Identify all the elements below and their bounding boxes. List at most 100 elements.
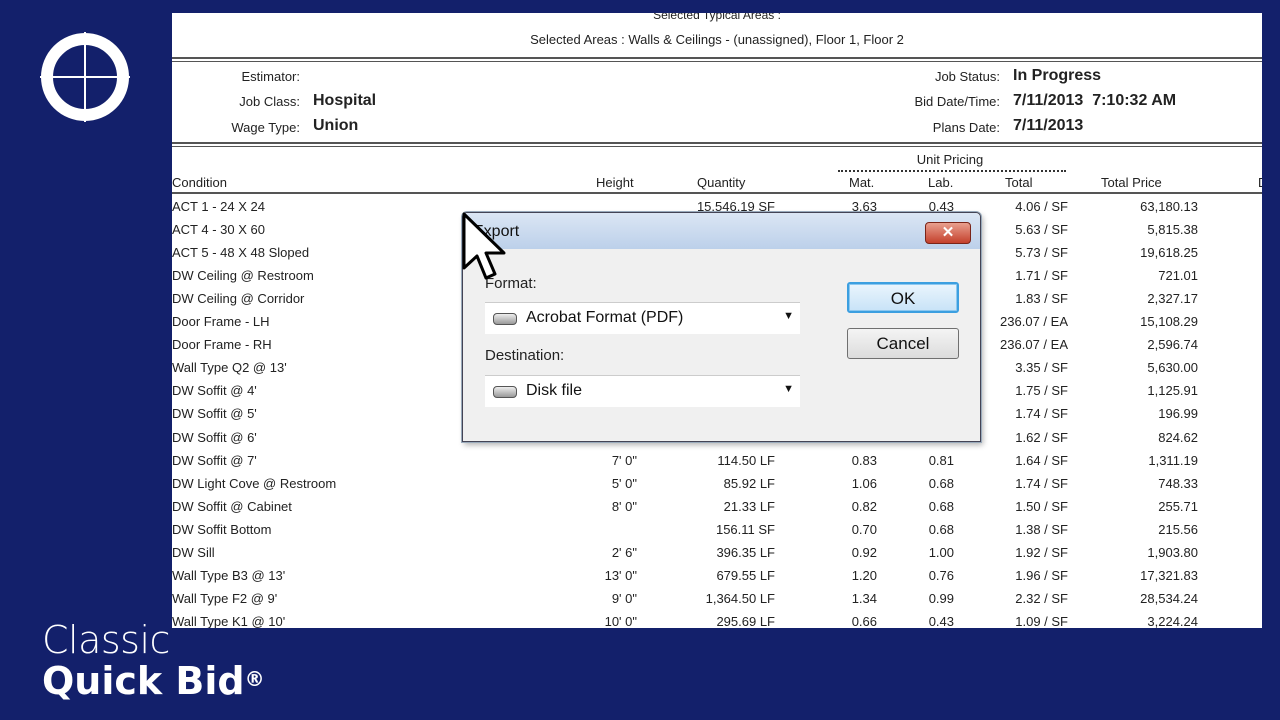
- cell-lab: 0.68: [928, 475, 954, 491]
- cancel-button[interactable]: Cancel: [847, 328, 959, 359]
- bid-date-label: Bid Date/Time:: [914, 94, 1001, 109]
- cell-condition: ACT 5 - 48 X 48 Sloped: [172, 245, 310, 261]
- cell-lab: 0.99: [928, 590, 954, 606]
- cell-total: 2.32 / SF: [1015, 590, 1068, 606]
- chevron-down-icon: ▼: [783, 383, 794, 395]
- cell-total-price: 721.01: [1158, 268, 1198, 284]
- cell-height: 9' 0": [611, 590, 637, 606]
- cell-total: 236.07 / EA: [1000, 314, 1068, 330]
- table-row: DW Soffit @ 7' 7' 0" 114.50 LF 0.83 0.81 1.64…: [172, 453, 1262, 475]
- table-row: Wall Type F2 @ 9' 9' 0" 1,364.50 LF 1.34 0.9…: [172, 591, 1262, 613]
- typical-areas: Selected Typical Areas :: [653, 13, 781, 22]
- estimator-label: Estimator:: [241, 69, 300, 84]
- cell-total-price: 748.33: [1158, 475, 1198, 491]
- divider: [172, 142, 1262, 147]
- cell-condition: DW Ceiling @ Corridor: [172, 291, 305, 307]
- cell-lab: 0.68: [928, 521, 954, 537]
- cell-quantity: 21.33 LF: [723, 498, 775, 514]
- cell-mat: 0.82: [851, 498, 877, 514]
- col-total: Total: [1005, 175, 1033, 190]
- cell-total-price: 63,180.13: [1140, 199, 1198, 214]
- cell-total: 1.74 / SF: [1015, 406, 1068, 422]
- ok-button[interactable]: OK: [847, 282, 959, 313]
- cell-total: 1.50 / SF: [1015, 498, 1068, 514]
- brand-name: Quick Bid: [42, 659, 245, 703]
- cell-mat: 1.34: [851, 590, 877, 606]
- cell-condition: DW Soffit @ Cabinet: [172, 498, 292, 514]
- cell-condition: Door Frame - LH: [172, 314, 270, 330]
- drive-icon: [493, 386, 517, 398]
- job-class-label: Job Class:: [239, 94, 300, 109]
- table-row: Wall Type K1 @ 10' 10' 0" 295.69 LF 0.66 0.4…: [172, 614, 1262, 628]
- cell-quantity: 114.50 LF: [717, 452, 775, 468]
- col-quantity: Quantity: [697, 175, 746, 190]
- selected-areas: Selected Areas : Walls & Ceilings - (una…: [530, 32, 904, 47]
- destination-select[interactable]: Disk file ▼: [485, 375, 800, 407]
- col-mat: Mat.: [849, 175, 875, 190]
- cell-total-price: 17,321.83: [1140, 567, 1198, 583]
- col-extra: D: [1258, 175, 1262, 190]
- cell-lab: 1.00: [928, 544, 954, 560]
- cell-condition: DW Soffit @ 5': [172, 406, 257, 422]
- cell-mat: 0.66: [851, 613, 877, 628]
- cell-condition: Wall Type F2 @ 9': [172, 590, 278, 606]
- cell-total: 1.64 / SF: [1015, 452, 1068, 468]
- cell-height: 10' 0": [604, 613, 637, 628]
- cell-total-price: 2,596.74: [1147, 337, 1198, 353]
- cell-total: 1.09 / SF: [1015, 613, 1068, 628]
- cell-total-price: 2,327.17: [1147, 291, 1198, 307]
- cell-lab: 0.76: [928, 567, 954, 583]
- drive-icon: [493, 313, 517, 325]
- cell-mat: 1.06: [851, 475, 877, 491]
- bid-date-value: 7/11/2013 7:10:32 AM: [1013, 92, 1177, 109]
- wage-type-value: Union: [313, 117, 359, 134]
- header-rule: [172, 192, 1262, 194]
- brand-line2: Quick Bid®: [42, 660, 265, 702]
- cell-mat: 0.70: [851, 521, 877, 537]
- cell-total: 1.74 / SF: [1015, 475, 1068, 491]
- cell-lab: 0.68: [928, 498, 954, 514]
- cell-total-price: 28,534.24: [1140, 590, 1198, 606]
- cell-total-price: 15,108.29: [1140, 314, 1198, 330]
- cell-height: 2' 6": [611, 544, 637, 560]
- cell-total: 1.71 / SF: [1015, 268, 1068, 284]
- cell-total: 1.38 / SF: [1015, 521, 1068, 537]
- cell-height: 13' 0": [604, 567, 637, 583]
- cell-quantity: 85.92 LF: [723, 475, 775, 491]
- plans-date-label: Plans Date:: [932, 120, 1000, 135]
- destination-value: Disk file: [526, 382, 583, 399]
- cell-total-price: 5,815.38: [1147, 222, 1198, 238]
- brand-wordmark: Classic Quick Bid®: [42, 620, 265, 702]
- cell-total: 1.96 / SF: [1015, 567, 1068, 583]
- cell-condition: DW Ceiling @ Restroom: [172, 268, 314, 284]
- format-select[interactable]: Acrobat Format (PDF) ▼: [485, 302, 800, 334]
- cell-total-price: 1,903.80: [1147, 544, 1198, 560]
- registered-mark: ®: [244, 667, 265, 691]
- cell-condition: Wall Type B3 @ 13': [172, 567, 286, 583]
- col-height: Height: [596, 175, 634, 190]
- cell-total-price: 3,224.24: [1147, 613, 1198, 628]
- cell-mat: 0.83: [851, 452, 877, 468]
- mouse-pointer-icon: [462, 212, 506, 280]
- format-value: Acrobat Format (PDF): [526, 309, 684, 326]
- cell-condition: DW Soffit Bottom: [172, 521, 272, 537]
- cell-total: 3.35 / SF: [1015, 360, 1068, 376]
- cell-total-price: 824.62: [1158, 429, 1198, 445]
- job-status-value: In Progress: [1013, 67, 1102, 84]
- export-dialog: Export ✕ Format: Acrobat Format (PDF) ▼ …: [462, 212, 981, 442]
- cell-total: 1.75 / SF: [1015, 383, 1068, 399]
- table-row: DW Light Cove @ Restroom 5' 0" 85.92 LF 1.0…: [172, 476, 1262, 498]
- cell-total: 4.06 / SF: [1015, 199, 1068, 214]
- cell-total: 236.07 / EA: [1000, 337, 1068, 353]
- plans-date-value: 7/11/2013: [1013, 117, 1084, 134]
- dialog-titlebar[interactable]: Export ✕: [463, 213, 980, 249]
- unit-pricing-rule: [838, 170, 1066, 172]
- cell-total-price: 1,311.19: [1148, 452, 1198, 468]
- cell-total: 1.62 / SF: [1015, 429, 1068, 445]
- close-button[interactable]: ✕: [925, 222, 971, 244]
- unit-pricing-header: Unit Pricing: [916, 152, 984, 167]
- cell-total-price: 215.56: [1158, 521, 1198, 537]
- cell-quantity: 1,364.50 LF: [705, 590, 775, 606]
- cell-mat: 0.92: [851, 544, 877, 560]
- divider: [172, 57, 1262, 62]
